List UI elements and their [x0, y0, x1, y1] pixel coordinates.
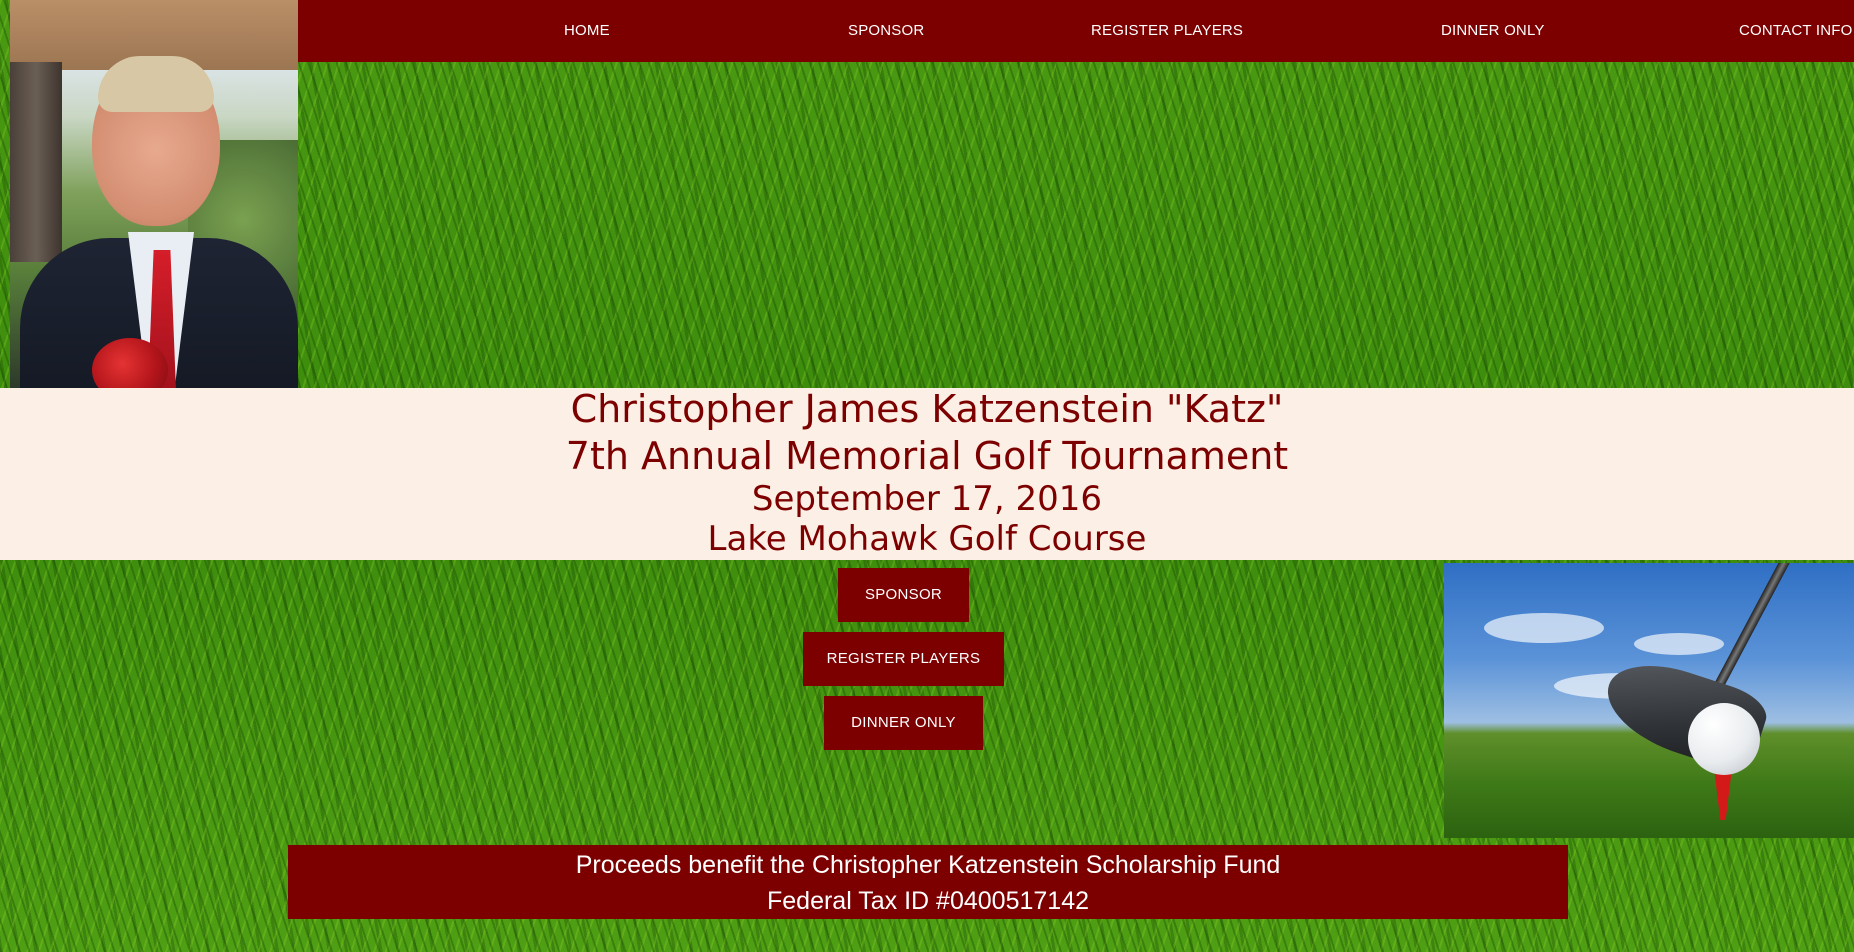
proceeds-banner: Proceeds benefit the Christopher Katzens…	[288, 845, 1568, 919]
register-players-button[interactable]: REGISTER PLAYERS	[803, 632, 1004, 686]
nav-home-link[interactable]: HOME	[564, 22, 610, 39]
dinner-only-button[interactable]: DINNER ONLY	[824, 696, 983, 750]
proceeds-text: Proceeds benefit the Christopher Katzens…	[575, 851, 1281, 879]
memorial-portrait-photo	[10, 0, 298, 388]
golf-ball-shape	[1688, 703, 1760, 775]
tax-id-text: Federal Tax ID #0400517142	[767, 887, 1089, 915]
nav-sponsor-link[interactable]: SPONSOR	[848, 22, 924, 39]
red-tee-shape	[1714, 768, 1732, 820]
cloud-shape	[1634, 633, 1724, 655]
nav-contact-info-link[interactable]: CONTACT INFO	[1739, 22, 1853, 39]
event-title-band: Christopher James Katzenstein "Katz" 7th…	[0, 388, 1854, 560]
honoree-name: Christopher James Katzenstein "Katz"	[570, 387, 1284, 431]
stone-pillar-shape	[10, 62, 62, 262]
nav-dinner-only-link[interactable]: DINNER ONLY	[1441, 22, 1545, 39]
nav-register-players-link[interactable]: REGISTER PLAYERS	[1091, 22, 1243, 39]
golf-driver-and-ball-photo	[1444, 563, 1854, 838]
sponsor-button[interactable]: SPONSOR	[838, 568, 969, 622]
hair-shape	[98, 56, 214, 112]
cloud-shape	[1484, 613, 1604, 643]
tournament-name: 7th Annual Memorial Golf Tournament	[565, 434, 1289, 478]
event-venue: Lake Mohawk Golf Course	[707, 519, 1147, 559]
event-date: September 17, 2016	[751, 479, 1103, 519]
